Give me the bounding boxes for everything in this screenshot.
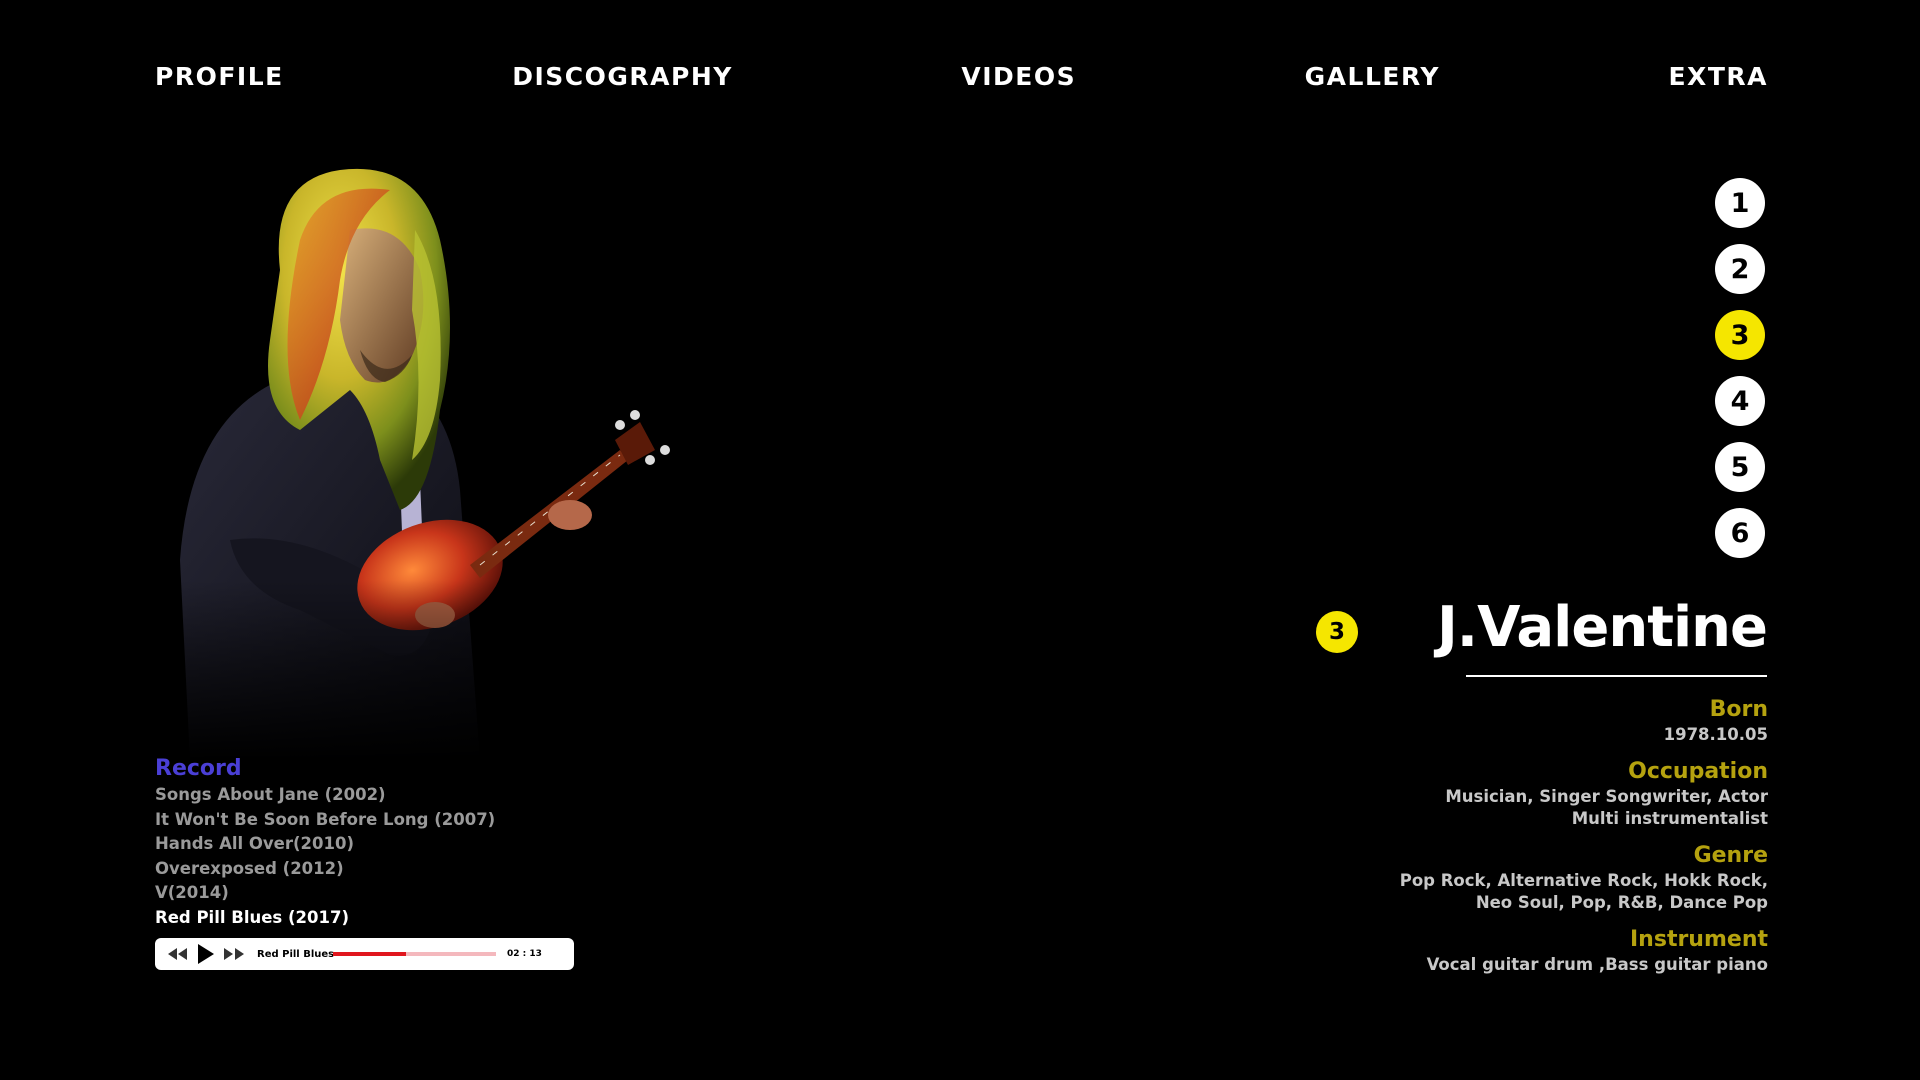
nav-videos[interactable]: VIDEOS — [961, 62, 1076, 91]
genre-value-line2: Neo Soul, Pop, R&B, Dance Pop — [1475, 893, 1768, 912]
genre-block: Genre Pop Rock, Alternative Rock, Hokk R… — [1248, 842, 1768, 914]
album-item[interactable]: Hands All Over(2010) — [155, 832, 655, 857]
record-heading: Record — [155, 756, 242, 781]
artist-name: J.Valentine — [1436, 595, 1768, 660]
selected-number-badge: 3 — [1316, 611, 1358, 653]
audio-player: Red Pill Blues 02 : 13 — [155, 938, 574, 970]
occupation-label: Occupation — [1628, 759, 1768, 784]
born-block: Born 1978.10.05 — [1248, 696, 1768, 746]
name-divider — [1466, 675, 1767, 677]
selector-button-1[interactable]: 1 — [1715, 178, 1765, 228]
record-list: Record Songs About Jane (2002) It Won't … — [155, 755, 655, 930]
profile-info: Born 1978.10.05 Occupation Musician, Sin… — [1248, 696, 1768, 988]
progress-bar[interactable] — [333, 952, 496, 956]
genre-value-line1: Pop Rock, Alternative Rock, Hokk Rock, — [1399, 871, 1768, 890]
born-value: 1978.10.05 — [1663, 725, 1768, 744]
progress-fill — [333, 952, 407, 956]
instrument-value: Vocal guitar drum ,Bass guitar piano — [1426, 955, 1768, 974]
occupation-value-line2: Multi instrumentalist — [1571, 809, 1768, 828]
genre-label: Genre — [1693, 843, 1768, 868]
artist-profile-page: PROFILE DISCOGRAPHY VIDEOS GALLERY EXTRA — [0, 0, 1920, 1080]
play-icon[interactable] — [197, 944, 215, 964]
main-nav: PROFILE DISCOGRAPHY VIDEOS GALLERY EXTRA — [155, 62, 1768, 91]
occupation-block: Occupation Musician, Singer Songwriter, … — [1248, 758, 1768, 830]
occupation-value-line1: Musician, Singer Songwriter, Actor — [1445, 787, 1768, 806]
now-playing-title: Red Pill Blues — [257, 948, 335, 960]
selector-button-3[interactable]: 3 — [1715, 310, 1765, 360]
selector-button-4[interactable]: 4 — [1715, 376, 1765, 426]
album-item[interactable]: Overexposed (2012) — [155, 857, 655, 882]
fast-forward-icon[interactable] — [223, 948, 245, 960]
selector-button-6[interactable]: 6 — [1715, 508, 1765, 558]
playback-time: 02 : 13 — [507, 949, 542, 959]
born-label: Born — [1709, 697, 1768, 722]
nav-extra[interactable]: EXTRA — [1668, 62, 1768, 91]
album-item[interactable]: V(2014) — [155, 881, 655, 906]
instrument-block: Instrument Vocal guitar drum ,Bass guita… — [1248, 926, 1768, 976]
rewind-icon[interactable] — [167, 948, 189, 960]
instrument-label: Instrument — [1630, 927, 1768, 952]
nav-gallery[interactable]: GALLERY — [1305, 62, 1440, 91]
album-item[interactable]: Songs About Jane (2002) — [155, 783, 655, 808]
artist-selector: 1 2 3 4 5 6 — [1715, 178, 1767, 558]
album-item-current[interactable]: Red Pill Blues (2017) — [155, 906, 655, 931]
album-item[interactable]: It Won't Be Soon Before Long (2007) — [155, 808, 655, 833]
nav-discography[interactable]: DISCOGRAPHY — [512, 62, 733, 91]
selector-button-2[interactable]: 2 — [1715, 244, 1765, 294]
selector-button-5[interactable]: 5 — [1715, 442, 1765, 492]
nav-profile[interactable]: PROFILE — [155, 62, 284, 91]
artist-photo — [150, 160, 770, 760]
